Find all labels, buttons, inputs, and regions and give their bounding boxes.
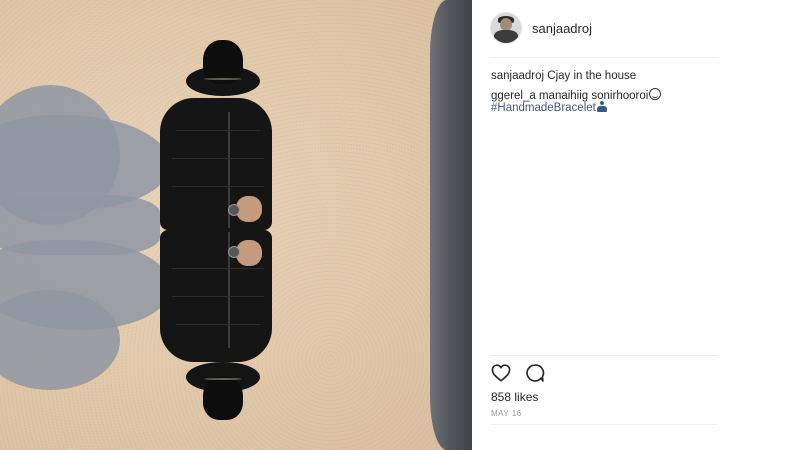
smile-emoji-icon <box>649 88 662 100</box>
header-username[interactable]: sanjaadroj <box>532 21 592 36</box>
person-emoji-icon <box>596 101 607 112</box>
avatar[interactable] <box>490 12 522 44</box>
jacket-quilt-line <box>172 158 264 159</box>
comment-divider <box>490 424 718 425</box>
jacket-quilt-line <box>172 268 264 269</box>
action-bar <box>490 362 546 384</box>
post-header: sanjaadroj <box>490 10 735 46</box>
post-sidebar: sanjaadroj sanjaadroj Cjay in the house … <box>472 0 800 450</box>
photo-dark-edge <box>430 0 472 450</box>
jacket-quilt-line <box>176 130 260 131</box>
post-photo[interactable] <box>0 0 472 450</box>
hat-band <box>204 78 242 80</box>
comment-icon <box>526 364 545 382</box>
heart-icon <box>491 364 511 382</box>
wristwatch-reflection <box>228 246 240 258</box>
caption-username[interactable]: sanjaadroj <box>491 70 544 82</box>
likes-count[interactable]: 858 likes <box>491 390 538 404</box>
comment-button[interactable] <box>524 362 546 384</box>
actions-divider <box>490 355 718 356</box>
post-date[interactable]: MAY 16 <box>491 409 522 418</box>
jacket-quilt-line <box>176 324 260 325</box>
hashtag-line: #HandmadeBracelet <box>491 101 607 115</box>
hashtag-link[interactable]: #HandmadeBracelet <box>491 102 596 114</box>
caption-text: Cjay in the house <box>547 70 637 82</box>
avatar-body <box>494 30 518 43</box>
jacket-quilt-line <box>172 186 264 187</box>
like-button[interactable] <box>490 362 512 384</box>
hat-crown-reflection <box>203 376 243 420</box>
header-divider <box>490 57 718 58</box>
wristwatch <box>228 204 240 216</box>
caption: sanjaadroj Cjay in the house <box>491 69 636 83</box>
jacket-quilt-line <box>172 296 264 297</box>
hat-band-reflection <box>204 378 242 380</box>
